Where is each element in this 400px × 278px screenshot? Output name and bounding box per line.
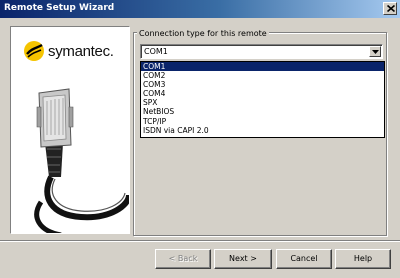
help-button[interactable]: Help [335,249,391,269]
brand-panel: symantec. [10,26,130,234]
option-com3[interactable]: COM3 [141,80,384,89]
brand-logo: symantec. [23,40,127,68]
dropdown-button[interactable] [369,46,381,57]
back-button[interactable]: < Back [155,249,211,269]
close-icon [387,5,395,12]
next-button[interactable]: Next > [214,249,272,269]
option-netbios[interactable]: NetBIOS [141,107,384,116]
option-com4[interactable]: COM4 [141,89,384,98]
connection-type-select[interactable]: COM1 [140,44,383,59]
symantec-logo-icon [24,41,44,61]
option-isdn[interactable]: ISDN via CAPI 2.0 [141,126,384,135]
chevron-down-icon [372,50,379,54]
window-title: Remote Setup Wizard [4,3,115,13]
footer-separator [0,240,400,242]
cancel-button[interactable]: Cancel [276,249,332,269]
option-tcpip[interactable]: TCP/IP [141,117,384,126]
option-com1[interactable]: COM1 [141,62,384,72]
close-button[interactable] [383,2,397,15]
option-spx[interactable]: SPX [141,98,384,107]
remote-setup-wizard-window: Remote Setup Wizard symantec. Connection… [0,0,400,278]
title-bar[interactable]: Remote Setup Wizard [0,0,400,18]
brand-name: symantec. [48,43,114,60]
connection-type-label: Connection type for this remote [137,29,269,38]
connection-type-value: COM1 [144,47,168,56]
option-com2[interactable]: COM2 [141,71,384,80]
connection-type-list[interactable]: COM1 COM2 COM3 COM4 SPX NetBIOS TCP/IP I… [140,61,385,138]
